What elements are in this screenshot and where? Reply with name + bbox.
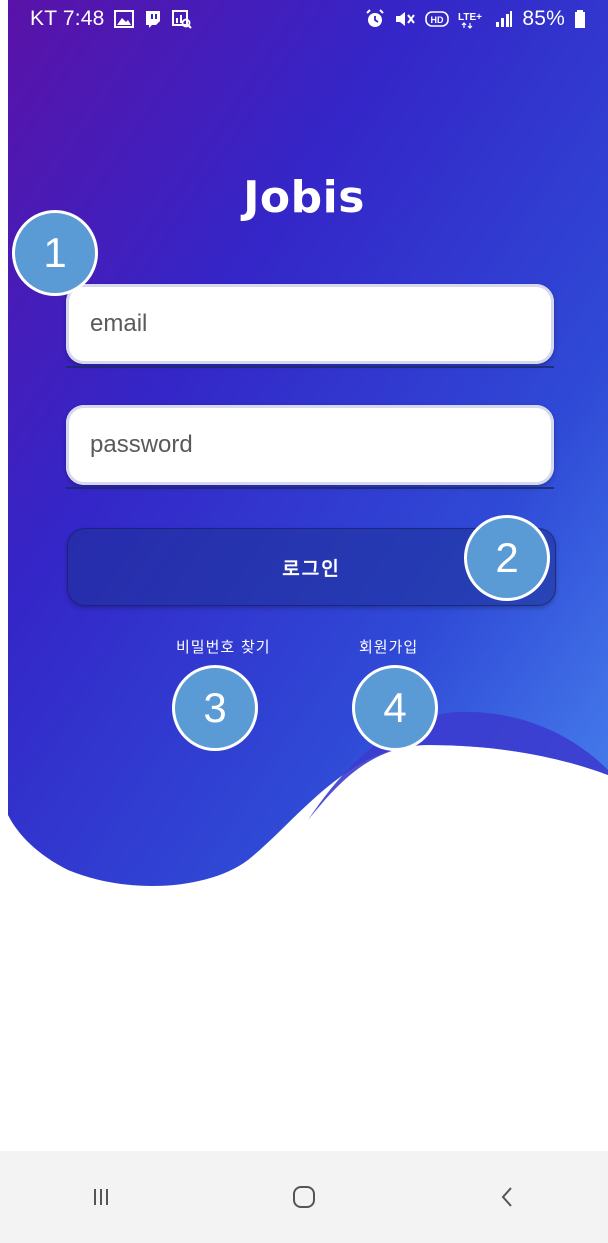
twitch-icon xyxy=(145,11,160,28)
data-saver-icon xyxy=(171,10,192,29)
back-button[interactable] xyxy=(447,1167,567,1227)
email-field[interactable] xyxy=(66,284,554,368)
svg-text:HD: HD xyxy=(431,15,444,25)
battery-icon xyxy=(575,10,585,28)
status-right: HD LTE+ 85% xyxy=(365,7,586,31)
annotation-marker-2: 2 xyxy=(464,515,550,601)
annotation-marker-4: 4 xyxy=(352,665,438,751)
mute-icon xyxy=(396,12,416,26)
home-button[interactable] xyxy=(244,1167,364,1227)
find-password-link[interactable]: 비밀번호 찾기 xyxy=(176,636,271,657)
gallery-icon xyxy=(113,10,134,28)
navigation-bar xyxy=(0,1151,608,1243)
signal-icon xyxy=(496,11,513,27)
recent-apps-icon xyxy=(94,1189,109,1205)
annotation-marker-3: 3 xyxy=(172,665,258,751)
alarm-icon xyxy=(366,9,385,27)
password-field[interactable] xyxy=(66,405,554,489)
email-input[interactable] xyxy=(66,284,554,364)
login-button-label: 로그인 xyxy=(282,557,341,580)
home-icon xyxy=(292,1186,315,1208)
annotation-marker-1: 1 xyxy=(12,210,98,296)
recent-apps-button[interactable] xyxy=(41,1167,161,1227)
password-input[interactable] xyxy=(66,405,554,485)
back-icon xyxy=(501,1187,512,1207)
svg-text:LTE+: LTE+ xyxy=(458,12,482,23)
signup-link[interactable]: 회원가입 xyxy=(359,636,418,657)
lte-plus-icon: LTE+ xyxy=(458,12,483,29)
hd-icon: HD xyxy=(425,11,450,27)
battery-percent: 85% xyxy=(522,7,565,30)
carrier-time: KT 7:48 xyxy=(30,7,105,30)
status-bar: KT 7:48 HD LTE+ 85% xyxy=(8,0,608,38)
status-left: KT 7:48 xyxy=(30,7,192,31)
app-title: Jobis xyxy=(243,172,365,223)
login-screen: KT 7:48 HD LTE+ 85% Jobis email 로그인 비밀번호… xyxy=(0,0,608,1243)
